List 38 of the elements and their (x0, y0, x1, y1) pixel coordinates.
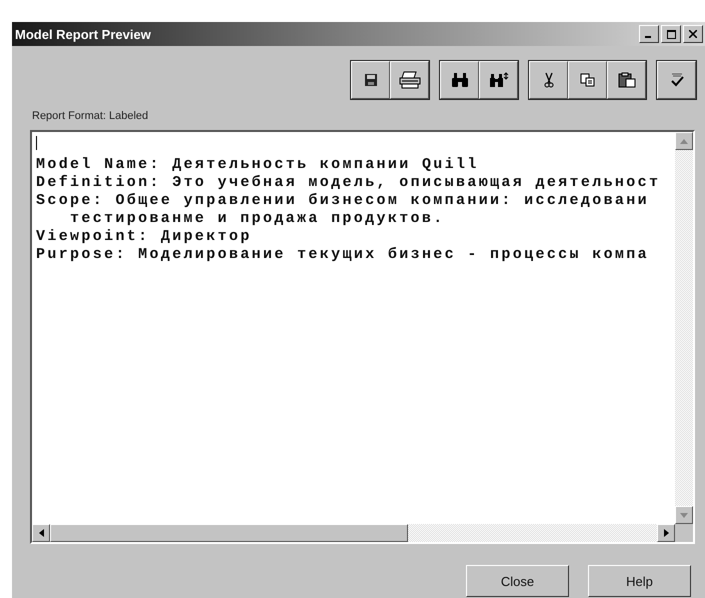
clipboard-button[interactable] (607, 61, 646, 99)
checkmark-icon (668, 72, 684, 88)
scroll-down-icon[interactable] (675, 506, 693, 524)
clipboard-icon (618, 72, 636, 88)
report-format-label: Report Format: Labeled (32, 110, 150, 122)
scroll-left-icon[interactable] (32, 524, 50, 542)
binoculars-arrow-button[interactable] (479, 61, 518, 99)
binoculars-button[interactable] (440, 61, 479, 99)
text-cursor (36, 136, 37, 150)
binoculars-arrow-icon (488, 72, 508, 88)
report-text-area[interactable] (30, 130, 695, 544)
copy-icon (580, 73, 596, 87)
dialog-button[interactable]: Help (588, 565, 691, 597)
vertical-scrollbar[interactable] (675, 132, 693, 524)
report-line: Scope: Общее управлении бизнесом компании: исследовани (36, 192, 649, 210)
report-line: Model Name: Деятельность компании Quill (36, 156, 479, 174)
close-icon[interactable] (683, 25, 703, 43)
scissors-button[interactable] (529, 61, 568, 99)
save-button[interactable] (351, 61, 390, 99)
copy-button[interactable] (568, 61, 607, 99)
window-title: Model Report Preview (15, 26, 151, 42)
dialog-button[interactable]: Close (466, 565, 569, 597)
scroll-thumb[interactable] (50, 524, 408, 542)
save-icon (364, 73, 378, 87)
maximize-icon[interactable] (661, 25, 681, 43)
horizontal-scrollbar[interactable] (32, 524, 693, 542)
scrollbar-corner (675, 524, 693, 542)
printer-icon (398, 71, 420, 89)
report-line: Viewpoint: Директор (36, 228, 252, 246)
scroll-up-icon[interactable] (675, 132, 693, 150)
report-line: тестированме и продажа продуктов. (69, 210, 445, 228)
scissors-icon (542, 72, 554, 88)
minimize-icon[interactable] (639, 25, 659, 43)
report-line: Definition: Это учебная модель, описывающая деятельност (36, 174, 660, 192)
scroll-right-icon[interactable] (657, 524, 675, 542)
report-line: Purpose: Моделирование текущих бизнес - процессы компа (36, 246, 649, 264)
printer-button[interactable] (390, 61, 429, 99)
binoculars-icon (450, 72, 468, 88)
